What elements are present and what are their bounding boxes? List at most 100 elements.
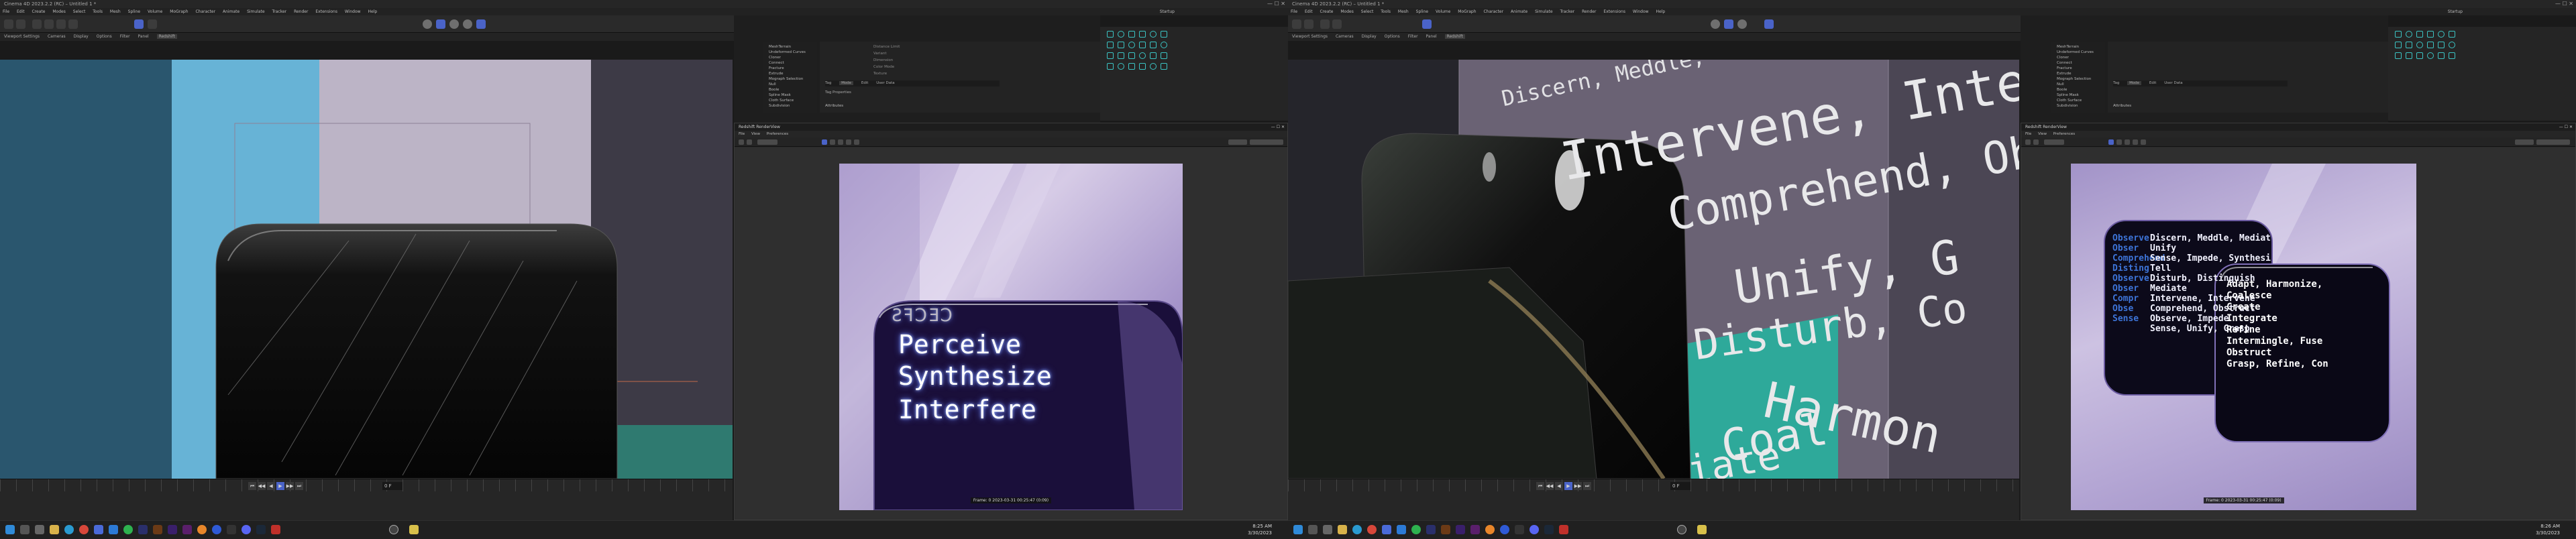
object-item[interactable]: Null [769,82,814,87]
premiere-icon[interactable] [1470,525,1480,534]
terminal-icon[interactable] [227,525,236,534]
mail-icon[interactable] [1397,525,1406,534]
move-tool-icon[interactable] [1332,19,1342,29]
aftereffects-icon[interactable] [168,525,177,534]
render-settings-icon[interactable] [1737,19,1747,29]
torus-icon[interactable] [2438,31,2445,38]
object-item[interactable]: Extrude [769,71,814,76]
cone-icon[interactable] [1161,31,1167,38]
plane-icon[interactable] [1139,31,1146,38]
menu-simulate[interactable]: Simulate [247,9,265,14]
field-icon[interactable] [1118,63,1124,70]
rv-compare-icon[interactable] [838,139,843,145]
display-tab[interactable]: Display [74,34,89,39]
menu-help[interactable]: Help [368,9,377,14]
layout-selector[interactable]: Startup [1160,8,1175,15]
undo-icon[interactable] [4,19,13,29]
menu-select[interactable]: Select [73,9,86,14]
menu-tools[interactable]: Tools [1381,9,1391,14]
render-view-icon[interactable] [1711,19,1720,29]
layout-selector[interactable]: Startup [2448,8,2463,15]
cone-icon[interactable] [2449,31,2455,38]
prev-key-button[interactable]: ◀◀ [258,482,266,490]
connect-icon[interactable] [1161,52,1167,59]
object-item[interactable]: Cloner [769,55,814,60]
photoshop-icon[interactable] [138,525,148,534]
object-item[interactable]: Spline Mask [769,93,814,98]
c4d-icon[interactable] [1500,525,1509,534]
object-item[interactable]: Mograph Selection [769,76,814,82]
menu-edit[interactable]: Edit [1305,9,1313,14]
object-item[interactable]: Subdivision [769,103,814,109]
rv-menu-preferences[interactable]: Preferences [2053,132,2075,136]
terminal-icon[interactable] [1515,525,1524,534]
object-item[interactable]: Cloth Surface [2057,98,2102,103]
obs-icon[interactable] [389,525,398,534]
panel-tab[interactable]: Panel [1426,34,1436,39]
menu-help[interactable]: Help [1656,9,1665,14]
menu-animate[interactable]: Animate [223,9,239,14]
attr-tab-user-data[interactable]: User Data [876,81,894,85]
explorer-icon[interactable] [50,525,59,534]
rv-ipr-icon[interactable] [822,139,827,145]
attr-tab-tag[interactable]: Tag [2113,81,2119,85]
3d-viewport[interactable] [0,60,733,479]
options-tab[interactable]: Options [1385,34,1400,39]
renderview-window-controls[interactable]: — ☐ ✕ [2559,123,2573,131]
rv-stop-icon[interactable] [747,139,752,145]
menu-file[interactable]: File [1291,9,1297,14]
camera-icon[interactable] [1107,52,1114,59]
menu-character[interactable]: Character [195,9,215,14]
viewport-settings-tab[interactable]: Viewport Settings [4,34,40,39]
attr-tab-user-data[interactable]: User Data [2164,81,2182,85]
connect-icon[interactable] [2449,52,2455,59]
rv-ipr-icon[interactable] [2108,139,2114,145]
nurbs-icon[interactable] [2406,42,2412,48]
rotate-tool-icon[interactable] [68,19,78,29]
menu-edit[interactable]: Edit [17,9,25,14]
object-item[interactable]: Subdivision [2057,103,2102,109]
black-glossy-object[interactable] [215,223,618,479]
steam-icon[interactable] [256,525,266,534]
go-end-button[interactable]: ⏭ [295,482,303,490]
object-item[interactable]: MeshTerrain [2057,44,2102,50]
render-settings-icon[interactable] [449,19,459,29]
object-item[interactable]: Connect [2057,60,2102,66]
null-icon[interactable] [1118,52,1124,59]
move-tool-icon[interactable] [44,19,54,29]
photoshop-icon[interactable] [1426,525,1436,534]
object-item[interactable]: Undeformed Curves [769,50,814,55]
menu-file[interactable]: File [3,9,9,14]
menu-create[interactable]: Create [32,9,46,14]
taskview-icon[interactable] [35,525,44,534]
cylinder-icon[interactable] [1128,31,1135,38]
boole-icon[interactable] [1128,52,1135,59]
spline-icon[interactable] [1107,42,1114,48]
symmetry-icon[interactable] [2427,52,2434,59]
options-tab[interactable]: Options [97,34,112,39]
deformer-icon[interactable] [1128,42,1135,48]
obs-icon[interactable] [1677,525,1686,534]
windows-icon[interactable] [1293,525,1303,534]
rv-menu-view[interactable]: View [2038,132,2047,136]
volume-icon[interactable] [1128,63,1135,70]
renderview-window-controls[interactable]: — ☐ ✕ [1271,123,1285,131]
go-end-button[interactable]: ⏭ [1583,482,1591,490]
effector-icon[interactable] [2438,42,2445,48]
menu-window[interactable]: Window [1633,9,1649,14]
panel-tab[interactable]: Panel [138,34,148,39]
environment-icon[interactable] [1150,63,1157,70]
current-frame-field[interactable]: 0 F [1670,482,1690,490]
object-item[interactable]: Connect [769,60,814,66]
nurbs-icon[interactable] [1118,42,1124,48]
rv-aov-dropdown[interactable] [757,139,777,145]
camera-icon[interactable] [2395,52,2402,59]
mail-icon[interactable] [109,525,118,534]
edge-icon[interactable] [64,525,74,534]
attr-tab-edit[interactable]: Edit [861,81,869,85]
3d-viewport[interactable]: Discern, Meddle, Com Intervene, Integr C… [1288,60,2019,479]
object-item[interactable]: Mograph Selection [2057,76,2102,82]
timeline-ruler[interactable] [0,479,733,491]
menu-character[interactable]: Character [1483,9,1503,14]
play-button[interactable]: ▶ [276,482,284,490]
